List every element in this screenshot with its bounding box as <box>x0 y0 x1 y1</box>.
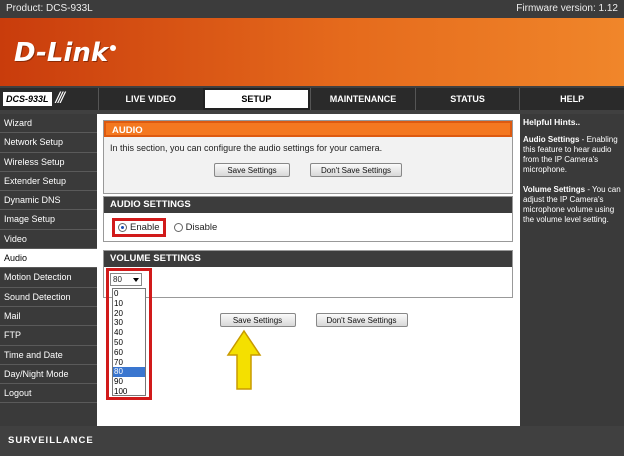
volume-select-value: 80 <box>113 275 122 284</box>
tab-maintenance[interactable]: MAINTENANCE <box>310 88 415 110</box>
disable-label: Disable <box>185 221 218 233</box>
bottom-button-row: Save Settings Don't Save Settings <box>97 313 520 327</box>
volume-settings-title: VOLUME SETTINGS <box>104 251 512 267</box>
product-label: Product: DCS-933L <box>6 3 93 14</box>
volume-option-selected[interactable]: 80 <box>113 367 145 378</box>
audio-settings-title: AUDIO SETTINGS <box>104 197 512 213</box>
sidebar-item-day-night-mode[interactable]: Day/Night Mode <box>0 365 97 385</box>
sidebar-item-time-and-date[interactable]: Time and Date <box>0 346 97 365</box>
sidebar-item-wireless-setup[interactable]: Wireless Setup <box>0 153 97 172</box>
sidebar-item-sound-detection[interactable]: Sound Detection <box>0 288 97 307</box>
audio-panel-title: AUDIO <box>104 121 512 137</box>
enable-label: Enable <box>130 221 160 233</box>
firmware-label: Firmware version: 1.12 <box>516 3 618 14</box>
enable-highlight: Enable <box>112 217 166 237</box>
footer-brand: SURVEILLANCE <box>8 435 94 446</box>
volume-option[interactable]: 20 <box>113 309 145 319</box>
help-panel: Helpful Hints.. Audio Settings - Enablin… <box>520 114 624 426</box>
bottom-save-button[interactable]: Save Settings <box>219 313 296 327</box>
sidebar-item-network-setup[interactable]: Network Setup <box>0 133 97 153</box>
volume-option[interactable]: 90 <box>113 377 145 387</box>
chevron-down-icon <box>133 278 139 282</box>
audio-description: In this section, you can configure the a… <box>110 143 383 153</box>
sidebar-item-motion-detection[interactable]: Motion Detection <box>0 268 97 288</box>
volume-option[interactable]: 60 <box>113 348 145 358</box>
main-nav: DCS-933L /// LIVE VIDEO SETUP MAINTENANC… <box>0 88 624 110</box>
product-bar: Product: DCS-933L Firmware version: 1.12 <box>0 0 624 18</box>
tab-status[interactable]: STATUS <box>414 88 520 110</box>
audio-panel: AUDIO In this section, you can configure… <box>103 120 513 194</box>
volume-option[interactable]: 70 <box>113 358 145 368</box>
sidebar-item-image-setup[interactable]: Image Setup <box>0 210 97 230</box>
volume-option[interactable]: 30 <box>113 318 145 328</box>
sidebar-item-ftp[interactable]: FTP <box>0 326 97 346</box>
top-save-button[interactable]: Save Settings <box>214 163 290 177</box>
sidebar-item-wizard[interactable]: Wizard <box>0 114 97 134</box>
help-heading: Helpful Hints.. <box>523 117 581 127</box>
bottom-dont-save-button[interactable]: Don't Save Settings <box>315 313 408 327</box>
volume-settings-panel: VOLUME SETTINGS <box>103 250 513 298</box>
model-label: DCS-933L <box>3 92 52 106</box>
enable-radio[interactable] <box>118 222 127 232</box>
volume-option[interactable]: 0 <box>113 289 145 299</box>
sidebar-item-extender-setup[interactable]: Extender Setup <box>0 172 97 192</box>
tab-live-video[interactable]: LIVE VIDEO <box>98 88 203 110</box>
volume-option[interactable]: 10 <box>113 299 145 309</box>
dlink-logo: D-Link <box>14 38 117 68</box>
help-volume: Volume Settings - You can adjust the IP … <box>523 185 621 224</box>
sidebar-item-mail[interactable]: Mail <box>0 307 97 327</box>
model-badge: DCS-933L /// <box>0 88 98 110</box>
sidebar: Wizard Network Setup Wireless Setup Exte… <box>0 114 97 426</box>
slash-decoration: /// <box>55 90 65 107</box>
volume-select[interactable]: 80 <box>110 273 142 286</box>
header-banner: D-Link <box>0 18 624 86</box>
audio-settings-panel: AUDIO SETTINGS Enable Disable <box>103 196 513 242</box>
top-dont-save-button[interactable]: Don't Save Settings <box>310 163 402 177</box>
sidebar-item-video[interactable]: Video <box>0 230 97 250</box>
tab-help[interactable]: HELP <box>519 88 624 110</box>
volume-option[interactable]: 50 <box>113 338 145 348</box>
volume-option[interactable]: 100 <box>113 387 145 397</box>
main-content: AUDIO In this section, you can configure… <box>97 114 520 426</box>
sidebar-item-audio[interactable]: Audio <box>0 249 97 269</box>
footer: SURVEILLANCE <box>0 426 624 456</box>
arrow-up-icon <box>226 329 262 390</box>
help-audio: Audio Settings - Enabling this feature t… <box>523 135 618 174</box>
volume-options-list[interactable]: 0 10 20 30 40 50 60 70 80 90 100 <box>112 288 146 396</box>
tab-setup[interactable]: SETUP <box>202 88 311 110</box>
volume-option[interactable]: 40 <box>113 328 145 338</box>
sidebar-item-dynamic-dns[interactable]: Dynamic DNS <box>0 191 97 211</box>
disable-radio[interactable] <box>173 222 183 232</box>
sidebar-item-logout[interactable]: Logout <box>0 384 97 404</box>
